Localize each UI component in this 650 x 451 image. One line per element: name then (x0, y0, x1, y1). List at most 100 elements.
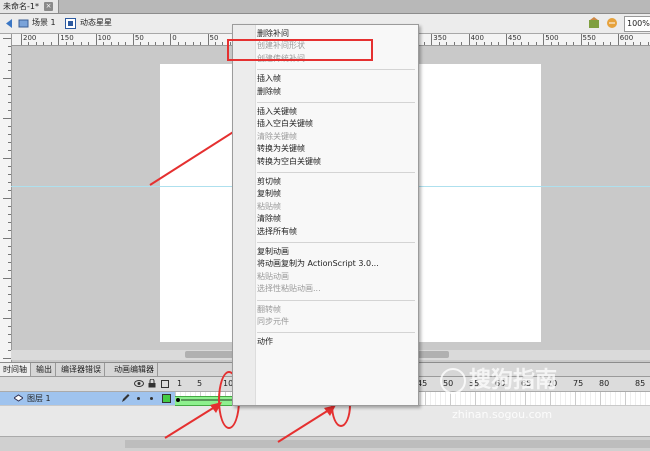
ruler-tick (8, 214, 11, 215)
ruler-tick (8, 86, 11, 87)
ruler-label: 500 (545, 34, 559, 42)
ruler-minor-tick (110, 42, 112, 45)
ruler-minor-tick (453, 42, 455, 45)
ruler-minor-tick (50, 42, 52, 45)
ruler-tick (95, 34, 97, 45)
menu-item[interactable]: 清除帧 (257, 214, 281, 224)
ruler-label: 600 (619, 34, 634, 42)
ruler-minor-tick (535, 42, 537, 45)
menu-item[interactable]: 将动画复制为 ActionScript 3.0... (257, 259, 379, 269)
zoom-select[interactable]: 100% (624, 16, 650, 32)
ruler-tick (8, 134, 11, 135)
annotation-highlight-box (227, 39, 373, 61)
ruler-minor-tick (595, 42, 597, 45)
menu-separator (257, 69, 415, 71)
ruler-tick (431, 34, 433, 45)
menu-item[interactable]: 插入帧 (257, 74, 281, 84)
menu-item[interactable]: 插入空白关键帧 (257, 119, 313, 129)
menu-separator (257, 299, 415, 301)
menu-item[interactable]: 动作 (257, 337, 273, 347)
visibility-dot[interactable] (137, 397, 140, 400)
document-tab-bar: 未命名-1* × (0, 0, 650, 14)
close-tab-icon[interactable]: × (44, 2, 53, 11)
menu-item: 清除关键帧 (257, 131, 297, 141)
frame-number: 75 (573, 379, 584, 388)
ruler-tick (3, 38, 11, 39)
menu-item[interactable]: 转换为关键帧 (257, 144, 305, 154)
menu-item[interactable]: 转换为空白关键帧 (257, 157, 321, 167)
menu-item[interactable]: 删除补间 (257, 29, 289, 39)
edit-symbol-icon[interactable] (606, 17, 617, 28)
ruler-tick (132, 34, 134, 45)
menu-item[interactable]: 复制动画 (257, 247, 289, 257)
frame-cell-divider (630, 392, 631, 405)
frame-cell-divider (645, 392, 646, 405)
ruler-minor-tick (438, 42, 440, 45)
ruler-minor-tick (28, 42, 30, 45)
layer-row[interactable]: 图层 1 (0, 392, 175, 405)
menu-item[interactable]: 插入关键帧 (257, 107, 297, 117)
zoom-value: 100% (627, 19, 650, 28)
frame-cell-divider (575, 392, 576, 405)
pencil-icon[interactable] (121, 393, 130, 406)
ruler-tick (8, 302, 11, 303)
ruler-tick (8, 254, 11, 255)
lock-icon[interactable] (148, 378, 156, 391)
lock-dot[interactable] (150, 397, 153, 400)
outline-icon[interactable] (161, 380, 169, 388)
scene-breadcrumb[interactable]: 场景 1 (32, 17, 56, 28)
ruler-label: 350 (433, 34, 447, 42)
layer-name[interactable]: 图层 1 (27, 393, 51, 404)
ruler-tick (8, 110, 11, 111)
ruler-tick (3, 78, 11, 79)
ruler-minor-tick (513, 42, 515, 45)
frame-cell-divider (425, 392, 426, 405)
symbol-breadcrumb[interactable]: 动态星星 (80, 17, 112, 28)
tab-timeline[interactable]: 时间轴 (0, 363, 31, 376)
menu-item[interactable]: 剪切帧 (257, 177, 281, 187)
ruler-minor-tick (498, 42, 500, 45)
edit-scene-icon[interactable] (588, 17, 599, 28)
ruler-tick (8, 102, 11, 103)
tab-motion-editor[interactable]: 动画编辑器 (111, 363, 158, 376)
ruler-label: 400 (470, 34, 484, 42)
ruler-tick (8, 294, 11, 295)
ruler-tick (3, 318, 11, 319)
tab-output[interactable]: 输出 (33, 363, 56, 376)
menu-item: 同步元件 (257, 317, 289, 326)
ruler-tick (617, 34, 619, 45)
ruler-tick (543, 34, 545, 45)
sogou-logo-icon (440, 368, 466, 394)
ruler-tick (58, 34, 60, 45)
watermark-brand: 搜狗指南 (440, 362, 557, 394)
ruler-minor-tick (558, 42, 560, 45)
ruler-tick (8, 54, 11, 55)
ruler-minor-tick (490, 42, 492, 45)
menu-item[interactable]: 复制帧 (257, 189, 281, 199)
ruler-minor-tick (550, 42, 552, 45)
document-tab-title: 未命名-1* (3, 2, 39, 11)
ruler-tick (8, 126, 11, 127)
eye-icon[interactable] (134, 379, 144, 391)
ruler-label: 150 (60, 34, 74, 42)
frame-cell-divider (625, 392, 626, 405)
frame-number: 80 (599, 379, 610, 388)
frame-cell-divider (605, 392, 606, 405)
frame-number: 85 (635, 379, 646, 388)
ruler-minor-tick (125, 42, 127, 45)
tab-compiler-errors[interactable]: 编译器错误 (58, 363, 105, 376)
ruler-tick (468, 34, 470, 45)
document-tab[interactable]: 未命名-1* × (0, 0, 59, 13)
ruler-minor-tick (573, 42, 575, 45)
frame-cell-divider (590, 392, 591, 405)
ruler-minor-tick (565, 42, 567, 45)
frame-cell-divider (620, 392, 621, 405)
back-arrow-icon[interactable] (3, 18, 14, 29)
menu-item[interactable]: 选择所有帧 (257, 227, 297, 237)
ruler-minor-tick (88, 42, 90, 45)
menu-item[interactable]: 删除帧 (257, 87, 281, 97)
ruler-label: 100 (97, 34, 111, 42)
ruler-tick (8, 286, 11, 287)
ruler-tick (3, 358, 11, 359)
ruler-tick (8, 326, 11, 327)
